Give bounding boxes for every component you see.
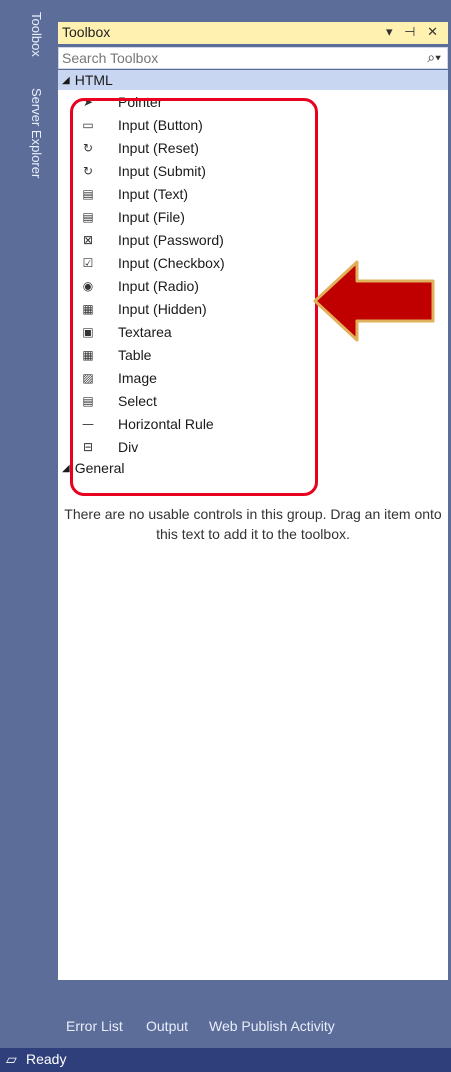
group-html-header[interactable]: ◢ HTML xyxy=(58,70,448,90)
tab-error-list[interactable]: Error List xyxy=(66,1018,123,1034)
collapse-triangle-icon[interactable]: ◢ xyxy=(62,463,70,474)
status-text: Ready xyxy=(26,1051,67,1067)
tab-output[interactable]: Output xyxy=(146,1018,188,1034)
toolbox-title: Toolbox xyxy=(62,24,111,40)
collapse-triangle-icon[interactable]: ◢ xyxy=(62,75,70,86)
group-html-label: HTML xyxy=(74,72,113,88)
tab-web-publish-activity[interactable]: Web Publish Activity xyxy=(209,1018,335,1034)
bottom-tab-strip: Error List Output Web Publish Activity xyxy=(58,1010,451,1048)
search-icon[interactable]: ⌕▾ xyxy=(427,49,441,66)
status-bar: ▱ Ready xyxy=(0,1048,451,1072)
side-tab-strip: Toolbox Server Explorer xyxy=(0,0,58,1048)
search-toolbox-input[interactable]: Search Toolbox ⌕▾ xyxy=(58,47,448,69)
highlight-box xyxy=(70,98,318,496)
window-controls[interactable]: ▾ ⊣ ✕ xyxy=(386,24,442,40)
side-tab-toolbox[interactable]: Toolbox xyxy=(29,12,44,57)
search-placeholder: Search Toolbox xyxy=(62,50,159,66)
status-icon: ▱ xyxy=(6,1051,17,1067)
left-arrow-annotation xyxy=(313,260,435,342)
empty-group-message: There are no usable controls in this gro… xyxy=(64,506,442,542)
side-tab-server-explorer[interactable]: Server Explorer xyxy=(29,88,44,178)
toolbox-title-bar[interactable]: Toolbox ▾ ⊣ ✕ xyxy=(58,22,448,44)
